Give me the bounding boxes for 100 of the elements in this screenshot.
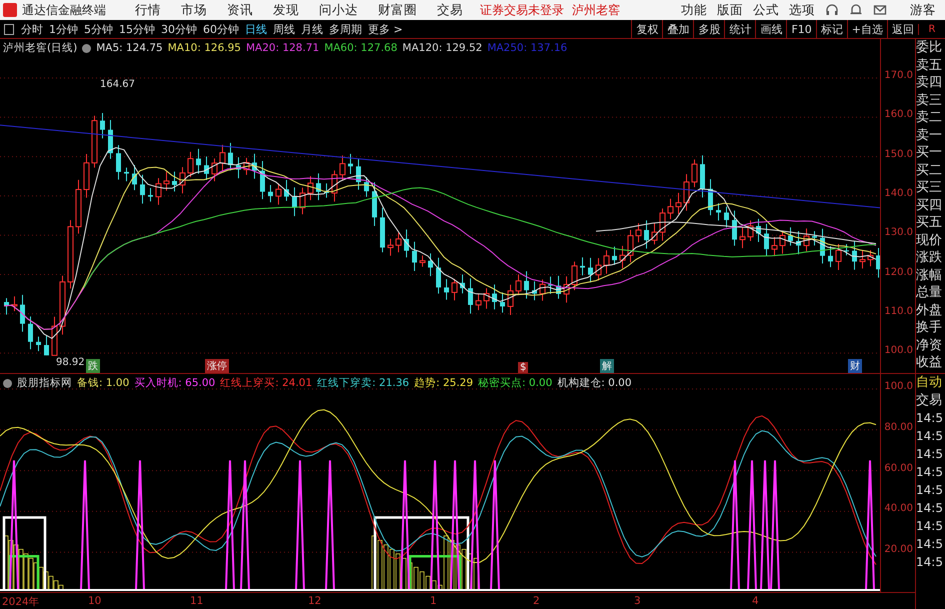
period-tab[interactable]: 月线 <box>298 22 326 36</box>
period-tab[interactable]: 周线 <box>270 22 298 36</box>
date-axis-label: 12 <box>308 595 322 607</box>
stock-name: 泸州老窖 <box>572 2 620 18</box>
indicator-title: 股朋指标网 <box>17 376 72 390</box>
trade-label[interactable]: 交易 <box>916 392 945 409</box>
quote-label: 卖二 <box>916 109 943 126</box>
panel-header: R <box>918 24 945 34</box>
price-axis-label: 120.0 <box>884 266 913 278</box>
moving-average-value: MA10: 126.95 <box>168 42 241 54</box>
date-axis-label: 3 <box>634 595 641 607</box>
price-axis-label: 150.0 <box>884 148 913 160</box>
low-price-label: 98.92 <box>56 357 85 368</box>
menu-item[interactable]: 功能 <box>677 2 711 18</box>
date-axis-label: 4 <box>752 595 759 607</box>
trade-time: 14:5 <box>916 500 944 517</box>
date-axis-label: 1 <box>430 595 437 607</box>
headset-icon[interactable] <box>825 3 839 17</box>
period-tab[interactable]: 60分钟 <box>200 22 242 36</box>
moving-average-value: MA250: 137.16 <box>487 42 568 54</box>
indicator-axis-label: 80.00 <box>884 422 913 433</box>
quote-label: 收益 <box>916 354 943 372</box>
indicator-value: 机构建仓: 0.00 <box>557 376 632 390</box>
price-axis-label: 160.0 <box>884 109 913 120</box>
login-status: 证券交易未登录 <box>480 2 564 18</box>
period-tab[interactable]: 分时 <box>18 22 46 36</box>
trade-time: 14:5 <box>916 446 944 463</box>
app-title: 通达信金融终端 <box>22 2 106 18</box>
menu-item[interactable]: 行情 <box>126 2 170 18</box>
price-axis-label: 170.0 <box>884 70 913 81</box>
period-tab[interactable]: 15分钟 <box>116 22 158 36</box>
quote-label: 外盘 <box>916 302 943 319</box>
mail-icon[interactable] <box>873 3 887 17</box>
user-button[interactable]: 游客 <box>901 2 945 18</box>
period-tab[interactable]: 1分钟 <box>46 22 81 36</box>
menu-item[interactable]: 发现 <box>264 2 308 18</box>
trade-time: 14:5 <box>916 482 944 499</box>
menu-item[interactable]: 交易 <box>428 2 472 18</box>
settings-icon[interactable] <box>82 44 92 52</box>
toolbar-button[interactable]: 统计 <box>724 20 756 38</box>
indicator-axis-label: 60.00 <box>884 462 913 474</box>
quote-label: 卖三 <box>916 92 943 109</box>
app-logo-icon <box>3 3 17 17</box>
indicator-value: 红线上穿买: 24.01 <box>220 376 312 390</box>
toolbar-button[interactable]: 返回 <box>887 20 918 38</box>
date-axis-label: 2024年 <box>2 595 40 609</box>
price-axis-label: 130.0 <box>884 227 913 238</box>
quote-label: 总量 <box>916 284 943 302</box>
settings-icon[interactable] <box>3 378 12 388</box>
indicator-axis-label: 20.00 <box>884 544 913 556</box>
quote-label: 买一 <box>916 144 943 162</box>
trade-time: 14:5 <box>916 428 944 445</box>
toolbar-button[interactable]: 叠加 <box>662 20 694 38</box>
menu-item[interactable]: 财富圈 <box>369 2 426 18</box>
toolbar-button[interactable]: 标记 <box>816 20 847 38</box>
quote-label: 涨跌 <box>916 249 943 266</box>
toolbar-button[interactable]: 多股 <box>693 20 724 38</box>
high-price-label: 164.67 <box>100 79 135 90</box>
period-tab[interactable]: 5分钟 <box>81 22 116 36</box>
trade-label[interactable]: 自动 <box>916 374 945 392</box>
trade-time: 14:5 <box>916 410 944 427</box>
event-tag[interactable]: 涨停 <box>205 359 229 373</box>
trade-time: 14:5 <box>916 464 944 481</box>
event-tag[interactable]: 跌 <box>86 359 100 373</box>
period-tab[interactable]: 多周期 <box>326 22 365 36</box>
toolbar-button[interactable]: 复权 <box>631 20 662 38</box>
period-tab[interactable]: 更多 > <box>365 22 406 36</box>
period-tab[interactable]: 30分钟 <box>158 22 200 36</box>
menu-item[interactable]: 市场 <box>172 2 216 18</box>
menu-item[interactable]: 版面 <box>713 2 747 18</box>
indicator-value: 趋势: 25.29 <box>414 376 474 390</box>
event-tag[interactable]: $ <box>518 362 528 373</box>
period-tab[interactable]: 日线 <box>242 22 270 36</box>
event-tag[interactable]: 财 <box>848 359 862 373</box>
price-axis-label: 110.0 <box>884 306 913 317</box>
indicator-value: 买入时机: 65.00 <box>134 376 216 390</box>
quote-label: 换手 <box>916 319 943 336</box>
moving-average-value: MA5: 124.75 <box>96 42 163 54</box>
chart-title: 泸州老窖(日线) <box>3 41 78 55</box>
event-tag[interactable]: 解 <box>600 359 614 373</box>
trade-time: 14:5 <box>916 554 944 571</box>
quote-label: 现价 <box>916 232 943 249</box>
quote-label: 卖一 <box>916 126 943 144</box>
quote-label: 卖五 <box>916 56 943 74</box>
panel-toggle-icon[interactable] <box>4 24 14 34</box>
date-axis-label: 2 <box>533 595 540 607</box>
menu-item[interactable]: 资讯 <box>218 2 262 18</box>
indicator-value: 红线下穿卖: 21.36 <box>317 376 410 390</box>
bell-icon[interactable] <box>849 3 863 17</box>
moving-average-value: MA120: 129.52 <box>402 42 482 54</box>
trade-time: 14:5 <box>916 536 944 553</box>
toolbar-button[interactable]: F10 <box>786 20 816 38</box>
moving-average-value: MA60: 127.68 <box>324 42 398 54</box>
toolbar-button[interactable]: 画线 <box>755 20 786 38</box>
menu-item[interactable]: 问小达 <box>310 2 367 18</box>
menu-item[interactable]: 公式 <box>749 2 783 18</box>
price-axis-label: 140.0 <box>884 188 913 199</box>
quote-label: 买四 <box>916 196 943 214</box>
toolbar-button[interactable]: +自选 <box>846 20 887 38</box>
menu-item[interactable]: 选项 <box>785 2 819 18</box>
